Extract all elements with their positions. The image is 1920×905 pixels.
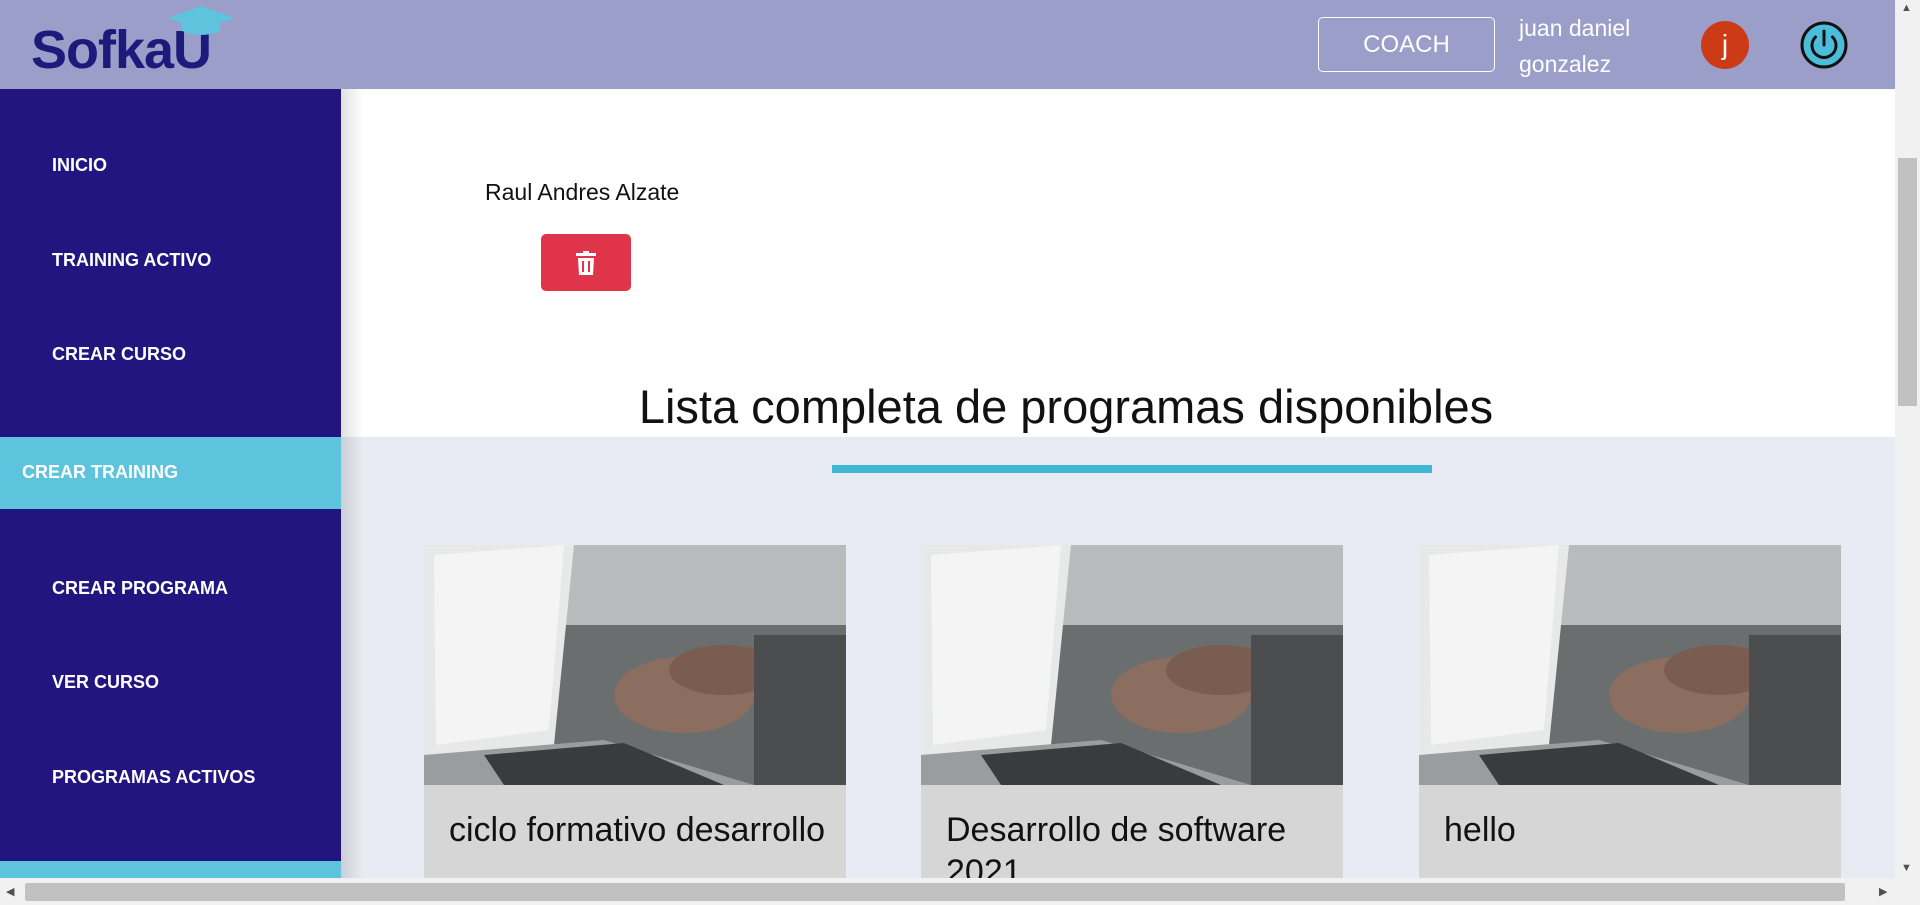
user-name: juan daniel gonzalez (1519, 15, 1631, 77)
power-icon[interactable] (1799, 20, 1849, 70)
scroll-right-icon[interactable]: ▶ (1879, 885, 1887, 898)
card-title: ciclo formativo desarrollo (449, 811, 826, 849)
sidebar-item-ver-curso[interactable]: VER CURSO (52, 672, 159, 693)
delete-button[interactable] (541, 234, 631, 291)
coach-role-button[interactable]: COACH (1318, 17, 1495, 72)
sidebar-item-training-activo[interactable]: TRAINING ACTIVO (52, 250, 211, 271)
program-card[interactable]: hello (1419, 545, 1841, 878)
sidebar-item-crear-curso[interactable]: CREAR CURSO (52, 344, 186, 365)
title-underline (832, 465, 1432, 473)
sidebar-item-inicio[interactable]: INICIO (52, 155, 107, 176)
avatar[interactable]: j (1701, 21, 1749, 69)
card-title: Desarrollo de software 2021 (946, 811, 1287, 878)
scroll-down-icon[interactable]: ▼ (1901, 862, 1912, 874)
section-title: Lista completa de programas disponibles (638, 380, 1494, 433)
trash-icon (576, 250, 596, 275)
main-content: Raul Andres Alzate Lista completa de pro… (341, 89, 1895, 878)
program-card[interactable]: Desarrollo de software 2021 (921, 545, 1343, 878)
horizontal-scrollbar-thumb[interactable] (25, 883, 1845, 901)
sidebar-next-item[interactable] (0, 861, 341, 878)
sofkau-logo[interactable]: SofkaU (31, 4, 241, 80)
sidebar-item-crear-programa[interactable]: CREAR PROGRAMA (52, 578, 228, 599)
sidebar-shadow (341, 89, 363, 878)
vertical-scrollbar[interactable] (1895, 0, 1920, 878)
coach-name: Raul Andres Alzate (485, 179, 680, 205)
scroll-up-icon[interactable]: ▲ (1901, 2, 1912, 14)
laptop-image (921, 545, 1343, 785)
laptop-image (1419, 545, 1841, 785)
sidebar-item-crear-training[interactable]: CREAR TRAINING (0, 437, 341, 509)
laptop-image (424, 545, 846, 785)
top-header: SofkaU COACH juan daniel gonzalez j (0, 0, 1895, 89)
sidebar-item-label: CREAR TRAINING (22, 462, 178, 482)
program-card[interactable]: ciclo formativo desarrollo (424, 545, 846, 878)
sidebar-item-programas-activos[interactable]: PROGRAMAS ACTIVOS (52, 767, 255, 788)
scroll-left-icon[interactable]: ◀ (6, 885, 14, 898)
vertical-scrollbar-thumb[interactable] (1898, 158, 1917, 406)
graduation-cap-icon (168, 6, 234, 35)
card-title: hello (1444, 811, 1516, 849)
sidebar: INICIO TRAINING ACTIVO CREAR CURSO CREAR… (0, 89, 341, 878)
